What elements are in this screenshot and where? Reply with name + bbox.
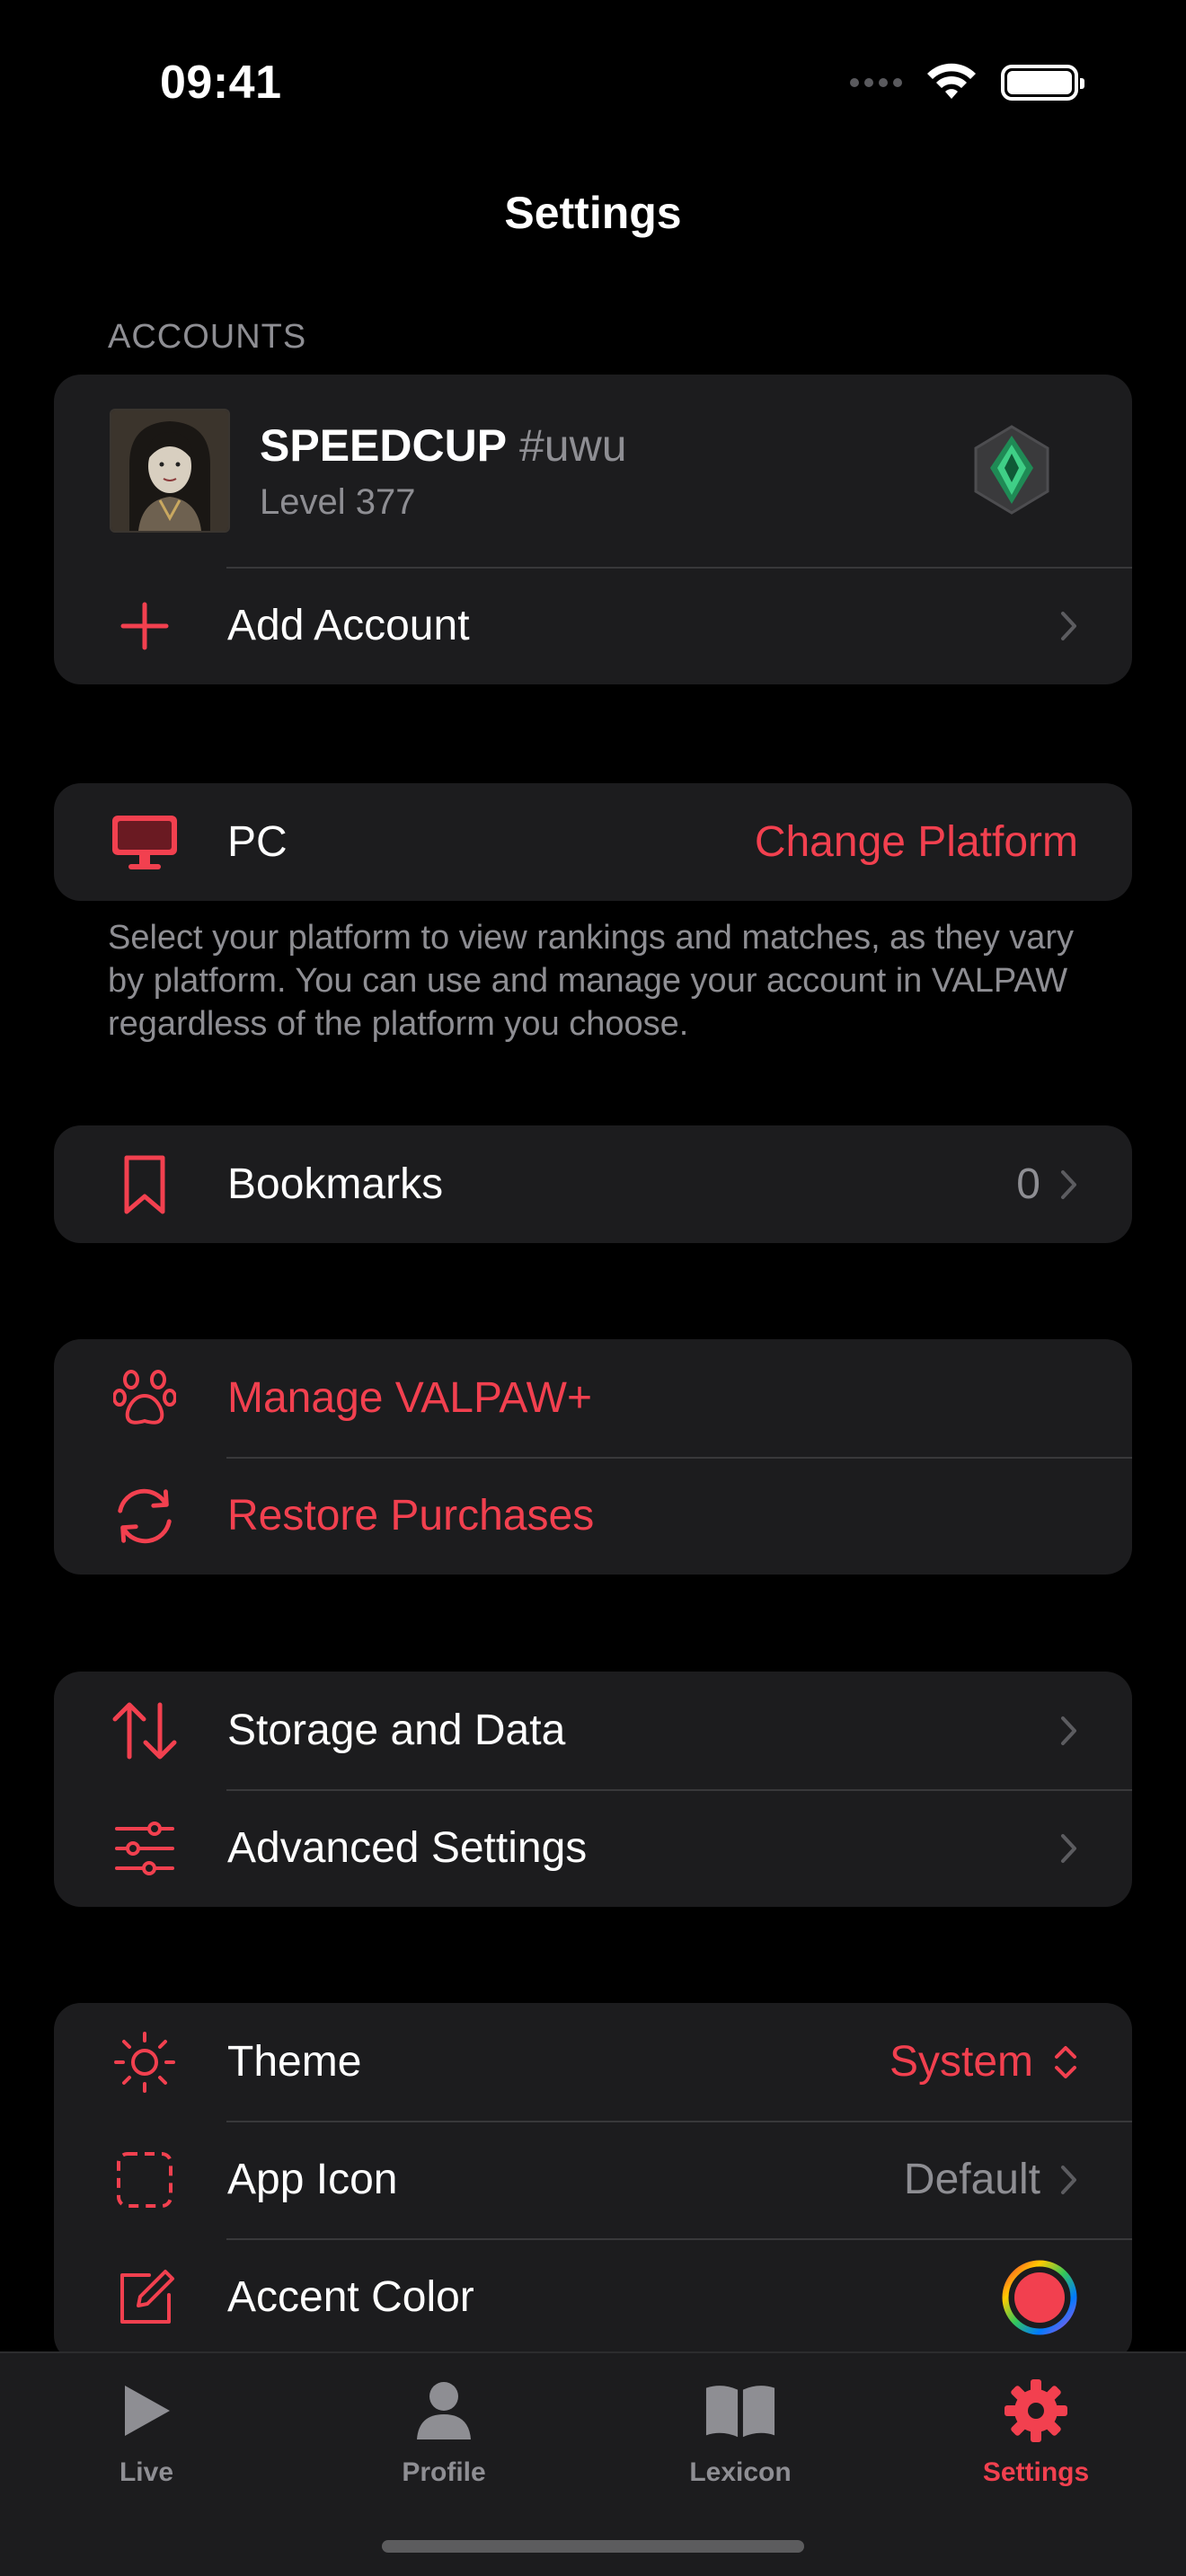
add-account-row[interactable]: Add Account bbox=[54, 567, 1132, 684]
tab-label-settings: Settings bbox=[982, 2457, 1090, 2487]
restore-purchases-row[interactable]: Restore Purchases bbox=[54, 1457, 1132, 1575]
tab-lexicon[interactable]: Lexicon bbox=[651, 2375, 830, 2488]
app-icon-row[interactable]: App Icon Default bbox=[54, 2121, 1132, 2238]
paw-icon bbox=[110, 1363, 180, 1434]
bookmark-icon bbox=[110, 1150, 180, 1220]
accent-color-row[interactable]: Accent Color bbox=[54, 2238, 1132, 2356]
gear-icon bbox=[1000, 2375, 1072, 2447]
storage-and-data-label: Storage and Data bbox=[227, 1707, 566, 1754]
sliders-icon bbox=[110, 1813, 180, 1883]
manage-valpaw-label: Manage VALPAW+ bbox=[227, 1374, 592, 1422]
bookmarks-count: 0 bbox=[1016, 1160, 1040, 1208]
tab-profile[interactable]: Profile bbox=[354, 2375, 534, 2488]
status-time: 09:41 bbox=[160, 57, 282, 109]
person-icon bbox=[408, 2375, 480, 2447]
tab-label-profile: Profile bbox=[402, 2457, 486, 2487]
play-icon bbox=[111, 2375, 182, 2447]
platform-group: PC Change Platform bbox=[54, 783, 1132, 901]
platform-footer-note: Select your platform to view rankings an… bbox=[108, 919, 1075, 1043]
page-title: Settings bbox=[504, 188, 682, 238]
purchases-group: Manage VALPAW+ Restore Purchases bbox=[54, 1339, 1132, 1575]
accounts-group: SPEEDCUP #uwu Level 377 Add Account bbox=[54, 375, 1132, 684]
app-icon-label: App Icon bbox=[227, 2156, 398, 2203]
add-account-label: Add Account bbox=[227, 602, 470, 649]
account-name: SPEEDCUP bbox=[260, 420, 508, 471]
chevron-right-icon bbox=[1061, 611, 1076, 640]
account-tag: #uwu bbox=[519, 420, 627, 471]
edit-square-icon bbox=[110, 2263, 180, 2333]
refresh-icon bbox=[110, 1481, 180, 1551]
accent-color-label: Accent Color bbox=[227, 2273, 474, 2321]
sun-icon bbox=[110, 2027, 180, 2097]
account-level: Level 377 bbox=[260, 482, 416, 522]
tab-label-live: Live bbox=[119, 2457, 174, 2487]
change-platform-button[interactable]: Change Platform bbox=[755, 817, 1078, 867]
section-header-accounts: ACCOUNTS bbox=[108, 318, 307, 356]
bookmarks-label: Bookmarks bbox=[227, 1160, 444, 1208]
appearance-group: Theme System App Icon Default Accent Col… bbox=[54, 2003, 1132, 2362]
platform-label: PC bbox=[227, 818, 288, 866]
advanced-settings-row[interactable]: Advanced Settings bbox=[54, 1789, 1132, 1907]
theme-row[interactable]: Theme System bbox=[54, 2003, 1132, 2121]
tab-live[interactable]: Live bbox=[57, 2375, 236, 2488]
data-settings-group: Storage and Data Advanced Settings bbox=[54, 1672, 1132, 1907]
book-icon bbox=[704, 2375, 776, 2447]
accent-color-swatch-icon[interactable] bbox=[1001, 2259, 1078, 2336]
bookmarks-group: Bookmarks 0 bbox=[54, 1125, 1132, 1243]
theme-label: Theme bbox=[227, 2038, 362, 2086]
tab-label-lexicon: Lexicon bbox=[689, 2457, 792, 2487]
plus-icon bbox=[110, 591, 180, 661]
rank-emblem-icon bbox=[974, 425, 1049, 515]
arrows-up-down-icon bbox=[110, 1696, 180, 1766]
status-icons bbox=[850, 63, 1084, 102]
account-row[interactable]: SPEEDCUP #uwu Level 377 bbox=[54, 375, 1132, 567]
app-icon-value: Default bbox=[903, 2156, 1040, 2203]
restore-purchases-label: Restore Purchases bbox=[227, 1492, 595, 1539]
chevron-up-down-icon bbox=[1055, 2045, 1076, 2078]
bookmarks-row[interactable]: Bookmarks 0 bbox=[54, 1125, 1132, 1243]
theme-picker[interactable]: System bbox=[890, 2037, 1078, 2086]
desktop-icon bbox=[110, 807, 180, 878]
theme-value: System bbox=[889, 2038, 1033, 2086]
settings-screen: 09:41 Settings ACCOUNTS SPEEDCUP #uwu Le… bbox=[0, 0, 1186, 2576]
storage-and-data-row[interactable]: Storage and Data bbox=[54, 1672, 1132, 1789]
chevron-right-icon bbox=[1061, 2165, 1076, 2194]
battery-icon bbox=[1001, 65, 1084, 101]
wifi-icon bbox=[927, 63, 976, 99]
advanced-settings-label: Advanced Settings bbox=[227, 1824, 588, 1872]
chevron-right-icon bbox=[1061, 1169, 1076, 1199]
avatar bbox=[110, 409, 230, 533]
chevron-right-icon bbox=[1061, 1716, 1076, 1745]
app-icon-placeholder-icon bbox=[110, 2145, 180, 2215]
platform-row[interactable]: PC Change Platform bbox=[54, 783, 1132, 901]
tab-settings[interactable]: Settings bbox=[946, 2375, 1126, 2488]
manage-valpaw-row[interactable]: Manage VALPAW+ bbox=[54, 1339, 1132, 1457]
cellular-signal-icon bbox=[850, 78, 902, 87]
chevron-right-icon bbox=[1061, 1833, 1076, 1863]
home-indicator bbox=[382, 2540, 804, 2553]
